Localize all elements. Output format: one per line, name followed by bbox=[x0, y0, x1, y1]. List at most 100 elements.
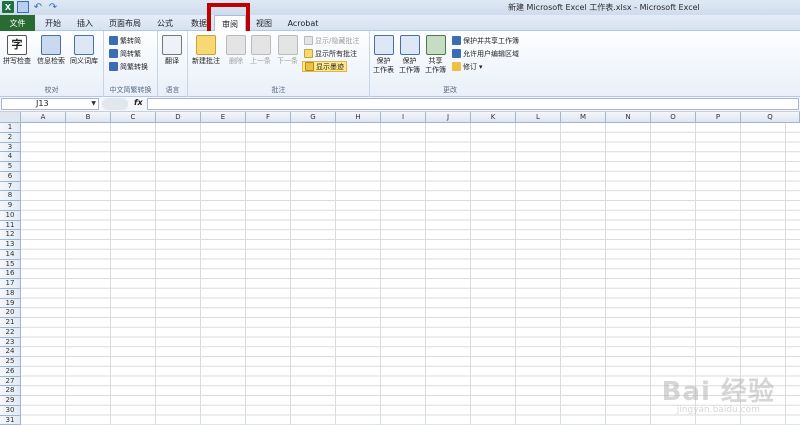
convert-icon bbox=[109, 62, 118, 71]
tab-acrobat[interactable]: Acrobat bbox=[282, 15, 324, 31]
new-comment-icon bbox=[196, 35, 216, 55]
select-all-corner[interactable] bbox=[0, 112, 21, 123]
row-header-15[interactable]: 15 bbox=[0, 259, 21, 270]
row-header-31[interactable]: 31 bbox=[0, 415, 21, 425]
research-button[interactable]: 信息检索 bbox=[37, 35, 65, 66]
row-header-4[interactable]: 4 bbox=[0, 152, 21, 162]
row-header-7[interactable]: 7 bbox=[0, 181, 21, 192]
column-header-b[interactable]: B bbox=[66, 112, 111, 123]
protect-share-workbook-button[interactable]: 保护并共享工作簿 bbox=[452, 35, 519, 46]
show-hide-comment-button[interactable]: 显示/隐藏批注 bbox=[304, 35, 359, 46]
row-header-13[interactable]: 13 bbox=[0, 240, 21, 250]
translate-icon bbox=[162, 35, 182, 55]
thesaurus-button[interactable]: 同义词库 bbox=[70, 35, 98, 66]
save-icon[interactable] bbox=[17, 1, 29, 13]
worksheet-grid: ABCDEFGHIJKLMNOPQ 1 2 3 4 5 6 7 8 9 10 11 12 13 14 15 1… bbox=[0, 112, 800, 425]
row-header-8[interactable]: 8 bbox=[0, 191, 21, 201]
row-header-17[interactable]: 17 bbox=[0, 279, 21, 289]
column-header-j[interactable]: J bbox=[426, 112, 471, 123]
name-box[interactable]: J13 ▼ bbox=[1, 98, 99, 110]
column-header-i[interactable]: I bbox=[381, 112, 426, 123]
show-ink-button[interactable]: 显示墨迹 bbox=[302, 61, 347, 72]
row-header-6[interactable]: 6 bbox=[0, 171, 21, 182]
column-header-q[interactable]: Q bbox=[741, 112, 800, 123]
row-header-28[interactable]: 28 bbox=[0, 386, 21, 396]
tab-view[interactable]: 视图 bbox=[250, 15, 278, 31]
group-changes: 保护 工作表 保护 工作簿 共享 工作簿 保护并共享工作簿 允许用户编辑区域 修… bbox=[370, 31, 530, 97]
row-header-5[interactable]: 5 bbox=[0, 162, 21, 172]
row-header-2[interactable]: 2 bbox=[0, 132, 21, 143]
redo-icon[interactable]: ↷ bbox=[47, 1, 59, 13]
allow-edit-ranges-button[interactable]: 允许用户编辑区域 bbox=[452, 48, 519, 59]
column-header-h[interactable]: H bbox=[336, 112, 381, 123]
insert-function-icon[interactable]: fx bbox=[134, 98, 143, 107]
row-header-26[interactable]: 26 bbox=[0, 366, 21, 377]
group-chinese-conversion: 繁转简 简转繁 简繁转换 中文简繁转换 bbox=[104, 31, 158, 97]
row-header-11[interactable]: 11 bbox=[0, 220, 21, 231]
column-header-c[interactable]: C bbox=[111, 112, 156, 123]
comment-icon bbox=[304, 36, 313, 45]
tab-page-layout[interactable]: 页面布局 bbox=[104, 15, 146, 31]
protect-sheet-icon bbox=[373, 35, 394, 55]
to-traditional-button[interactable]: 繁转简 bbox=[109, 35, 141, 46]
row-header-22[interactable]: 22 bbox=[0, 327, 21, 338]
row-header-3[interactable]: 3 bbox=[0, 142, 21, 153]
column-header-g[interactable]: G bbox=[291, 112, 336, 123]
to-simplified-button[interactable]: 简转繁 bbox=[109, 48, 141, 59]
row-header-16[interactable]: 16 bbox=[0, 269, 21, 279]
tab-insert[interactable]: 插入 bbox=[70, 15, 100, 31]
chevron-down-icon[interactable]: ▼ bbox=[91, 99, 96, 109]
spell-check-button[interactable]: 字 拼写检查 bbox=[3, 35, 31, 66]
tab-file[interactable]: 文件 bbox=[0, 15, 35, 31]
row-header-21[interactable]: 21 bbox=[0, 318, 21, 328]
previous-comment-button[interactable]: 上一条 bbox=[250, 35, 271, 66]
row-header-10[interactable]: 10 bbox=[0, 210, 21, 221]
protect-sheet-button[interactable]: 保护 工作表 bbox=[373, 35, 394, 75]
group-label-proofing: 校对 bbox=[44, 86, 59, 94]
delete-comment-button[interactable]: 删除 bbox=[226, 35, 246, 66]
row-header-29[interactable]: 29 bbox=[0, 396, 21, 406]
share-workbook-icon bbox=[425, 35, 446, 55]
share-workbook-button[interactable]: 共享 工作簿 bbox=[425, 35, 446, 75]
translate-button[interactable]: 翻译 bbox=[162, 35, 182, 66]
quick-access-toolbar: X ↶ ↷ bbox=[2, 1, 59, 13]
row-header-25[interactable]: 25 bbox=[0, 357, 21, 367]
row-header-20[interactable]: 20 bbox=[0, 308, 21, 318]
track-changes-button[interactable]: 修订 ▾ bbox=[452, 61, 483, 72]
column-header-n[interactable]: N bbox=[606, 112, 651, 123]
chinese-convert-button[interactable]: 简繁转换 bbox=[109, 61, 148, 72]
column-header-o[interactable]: O bbox=[651, 112, 696, 123]
undo-icon[interactable]: ↶ bbox=[32, 1, 44, 13]
row-header-30[interactable]: 30 bbox=[0, 405, 21, 416]
column-header-f[interactable]: F bbox=[246, 112, 291, 123]
tab-home[interactable]: 开始 bbox=[38, 15, 68, 31]
column-header-p[interactable]: P bbox=[696, 112, 741, 123]
show-all-comments-button[interactable]: 显示所有批注 bbox=[304, 48, 357, 59]
row-header-23[interactable]: 23 bbox=[0, 337, 21, 348]
row-header-14[interactable]: 14 bbox=[0, 249, 21, 260]
column-header-k[interactable]: K bbox=[471, 112, 516, 123]
column-header-m[interactable]: M bbox=[561, 112, 606, 123]
protect-workbook-button[interactable]: 保护 工作簿 bbox=[399, 35, 420, 75]
column-header-d[interactable]: D bbox=[156, 112, 201, 123]
row-header-12[interactable]: 12 bbox=[0, 230, 21, 240]
row-header-18[interactable]: 18 bbox=[0, 288, 21, 299]
row-header-27[interactable]: 27 bbox=[0, 376, 21, 387]
column-header-e[interactable]: E bbox=[201, 112, 246, 123]
row-header-1[interactable]: 1 bbox=[0, 123, 21, 133]
new-comment-button[interactable]: 新建批注 bbox=[192, 35, 220, 66]
convert-icon bbox=[109, 49, 118, 58]
ranges-icon bbox=[452, 49, 461, 58]
column-header-l[interactable]: L bbox=[516, 112, 561, 123]
group-label-chinese: 中文简繁转换 bbox=[109, 86, 152, 94]
row-header-19[interactable]: 19 bbox=[0, 298, 21, 309]
column-header-a[interactable]: A bbox=[21, 112, 66, 123]
next-comment-button[interactable]: 下一条 bbox=[277, 35, 298, 66]
tab-formulas[interactable]: 公式 bbox=[150, 15, 180, 31]
title-bar: X ↶ ↷ 新建 Microsoft Excel 工作表.xlsx - Micr… bbox=[0, 0, 800, 15]
row-header-24[interactable]: 24 bbox=[0, 347, 21, 357]
formula-bar-controls bbox=[102, 98, 128, 110]
formula-input[interactable] bbox=[147, 98, 799, 110]
row-header-9[interactable]: 9 bbox=[0, 201, 21, 211]
group-language: 翻译 语言 bbox=[158, 31, 188, 97]
